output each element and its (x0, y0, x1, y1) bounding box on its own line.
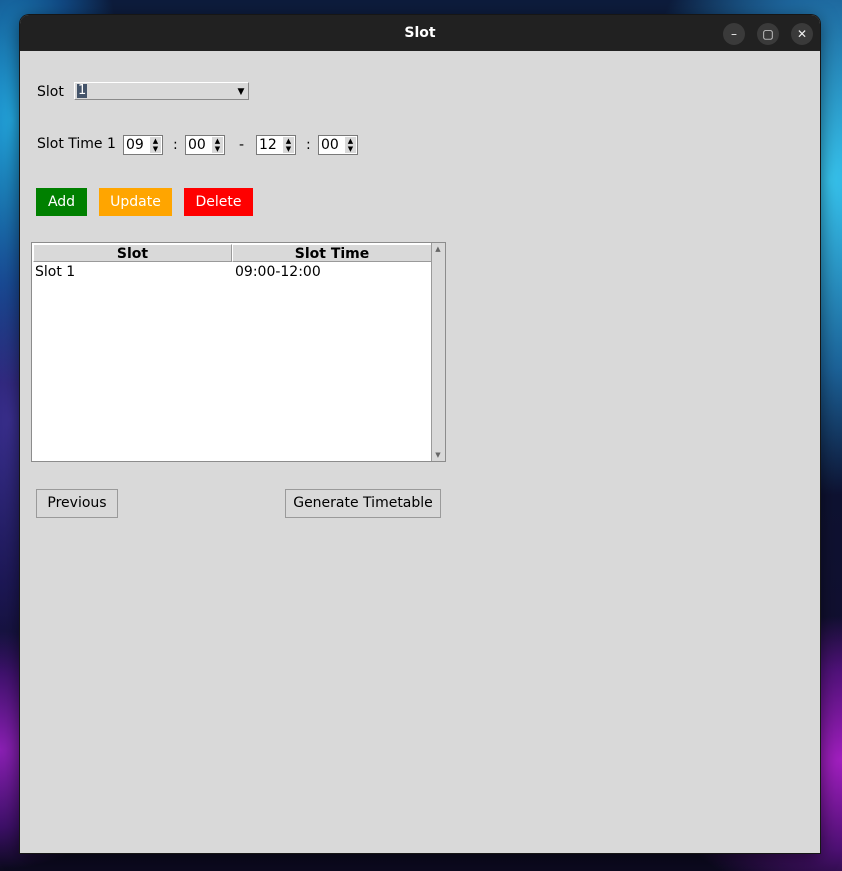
slot-combobox[interactable]: 1 ▼ (74, 82, 249, 100)
update-button[interactable]: Update (99, 188, 172, 216)
end-minute-value: 00 (321, 137, 339, 153)
slot-combobox-value: 1 (77, 83, 88, 98)
scroll-up-icon[interactable]: ▲ (432, 244, 444, 254)
delete-button[interactable]: Delete (184, 188, 253, 216)
spin-down-icon[interactable]: ▼ (345, 145, 356, 153)
table-scrollbar[interactable]: ▲ ▼ (431, 243, 445, 461)
time-colon: : (306, 137, 311, 153)
slot-time-label: Slot Time 1 (37, 136, 116, 152)
spin-buttons: ▲ ▼ (150, 137, 161, 153)
window-title: Slot (404, 25, 436, 41)
add-button[interactable]: Add (36, 188, 87, 216)
spin-buttons: ▲ ▼ (345, 137, 356, 153)
spin-up-icon[interactable]: ▲ (345, 137, 356, 145)
end-hour-spinbox[interactable]: 12 ▲ ▼ (256, 135, 296, 155)
start-minute-value: 00 (188, 137, 206, 153)
maximize-button[interactable]: ▢ (757, 23, 779, 45)
previous-button[interactable]: Previous (36, 489, 118, 518)
spin-up-icon[interactable]: ▲ (283, 137, 294, 145)
scroll-down-icon[interactable]: ▼ (432, 450, 444, 460)
spin-buttons: ▲ ▼ (212, 137, 223, 153)
title-bar: Slot – ▢ ✕ (20, 15, 820, 51)
table-cell-slot[interactable]: Slot 1 (35, 263, 75, 281)
time-colon: : (173, 137, 178, 153)
slot-label: Slot (37, 84, 64, 100)
spin-down-icon[interactable]: ▼ (283, 145, 294, 153)
end-hour-value: 12 (259, 137, 277, 153)
close-button[interactable]: ✕ (791, 23, 813, 45)
time-range-dash: - (239, 137, 245, 153)
slot-window: Slot – ▢ ✕ Slot 1 ▼ Slot Time 1 09 ▲ ▼ :… (20, 15, 820, 853)
spin-down-icon[interactable]: ▼ (212, 145, 223, 153)
chevron-down-icon[interactable]: ▼ (235, 84, 247, 98)
column-header-slot-time[interactable]: Slot Time (232, 244, 432, 262)
spin-up-icon[interactable]: ▲ (150, 137, 161, 145)
minimize-button[interactable]: – (723, 23, 745, 45)
table-cell-slot-time[interactable]: 09:00-12:00 (235, 263, 321, 281)
spin-down-icon[interactable]: ▼ (150, 145, 161, 153)
start-hour-spinbox[interactable]: 09 ▲ ▼ (123, 135, 163, 155)
window-content: Slot 1 ▼ Slot Time 1 09 ▲ ▼ : 00 ▲ ▼ - 1… (20, 51, 820, 853)
generate-timetable-button[interactable]: Generate Timetable (285, 489, 441, 518)
start-hour-value: 09 (126, 137, 144, 153)
spin-buttons: ▲ ▼ (283, 137, 294, 153)
spin-up-icon[interactable]: ▲ (212, 137, 223, 145)
column-header-slot[interactable]: Slot (33, 244, 232, 262)
start-minute-spinbox[interactable]: 00 ▲ ▼ (185, 135, 225, 155)
end-minute-spinbox[interactable]: 00 ▲ ▼ (318, 135, 358, 155)
slot-table[interactable]: Slot Slot Time Slot 1 09:00-12:00 ▲ ▼ (31, 242, 446, 462)
